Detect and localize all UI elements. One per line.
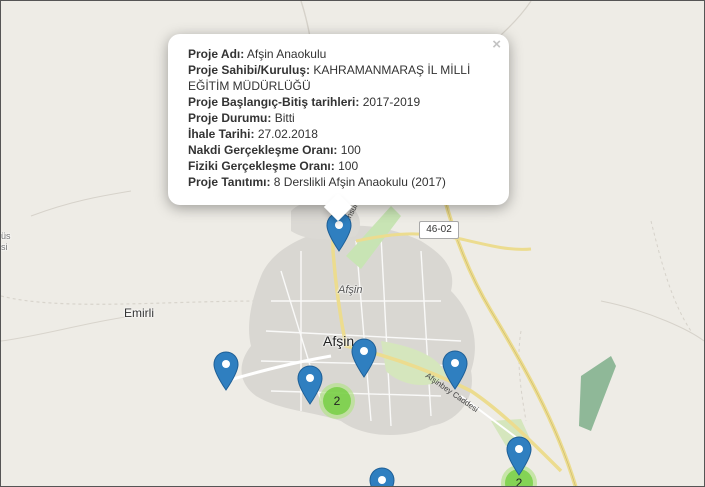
popup-row-fiziki-oran: Fiziki Gerçekleşme Oranı: 100 [188,158,489,174]
cluster-south[interactable]: 2 [319,383,355,419]
popup-row-value: 100 [338,159,359,173]
marker-west[interactable] [213,351,239,391]
popup-row-label: Proje Sahibi/Kuruluş: [188,63,311,77]
place-label-emirli: Emirli [124,306,154,320]
popup-row-durum: Proje Durumu: Bitti [188,110,489,126]
popup-row-value: Afşin Anaokulu [246,47,327,61]
place-label-edge: üs si [1,231,11,252]
map-pin-icon [506,436,532,476]
popup-row-label: Proje Tanıtımı: [188,175,271,189]
popup-row-value: 2017-2019 [362,95,421,109]
marker-east[interactable] [442,350,468,390]
popup-row-proje-adi: Proje Adı: Afşin Anaokulu [188,46,489,62]
popup-row-value: 100 [340,143,361,157]
popup-row-label: Nakdi Gerçekleşme Oranı: [188,143,338,157]
popup-row-value: 8 Derslikli Afşin Anaokulu (2017) [273,175,446,189]
close-icon[interactable]: × [492,37,501,53]
popup-row-proje-sahibi: Proje Sahibi/Kuruluş: KAHRAMANMARAŞ İL M… [188,62,489,94]
popup-row-label: İhale Tarihi: [188,127,255,141]
marker-center[interactable] [351,338,377,378]
place-label-afsin: Afşin [323,333,355,349]
popup-row-label: Proje Adı: [188,47,245,61]
popup-row-nakdi-oran: Nakdi Gerçekleşme Oranı: 100 [188,142,489,158]
marker-bottom[interactable] [369,467,395,486]
popup-row-ihale-tarihi: İhale Tarihi: 27.02.2018 [188,126,489,142]
popup-row-value: Bitti [274,111,295,125]
project-info-popup: × Proje Adı: Afşin Anaokulu Proje Sahibi… [168,34,509,222]
map-pin-icon [351,338,377,378]
marker-south[interactable] [297,365,323,405]
popup-row-label: Fiziki Gerçekleşme Oranı: [188,159,335,173]
map-view[interactable]: Emirli Afşin Afşin üs si 46-02 Aşık Mans… [0,0,705,487]
road-number-badge: 46-02 [419,221,459,239]
popup-row-label: Proje Durumu: [188,111,272,125]
marker-southeast[interactable] [506,436,532,476]
map-pin-icon [369,467,395,486]
popup-row-label: Proje Başlangıç-Bitiş tarihleri: [188,95,360,109]
cluster-count: 2 [323,387,351,415]
district-label-afsin: Afşin [338,284,363,296]
map-pin-icon [297,365,323,405]
map-pin-icon [213,351,239,391]
map-pin-icon [442,350,468,390]
popup-row-tarihler: Proje Başlangıç-Bitiş tarihleri: 2017-20… [188,94,489,110]
popup-row-tanitim: Proje Tanıtımı: 8 Derslikli Afşin Anaoku… [188,174,489,190]
popup-row-value: 27.02.2018 [257,127,318,141]
